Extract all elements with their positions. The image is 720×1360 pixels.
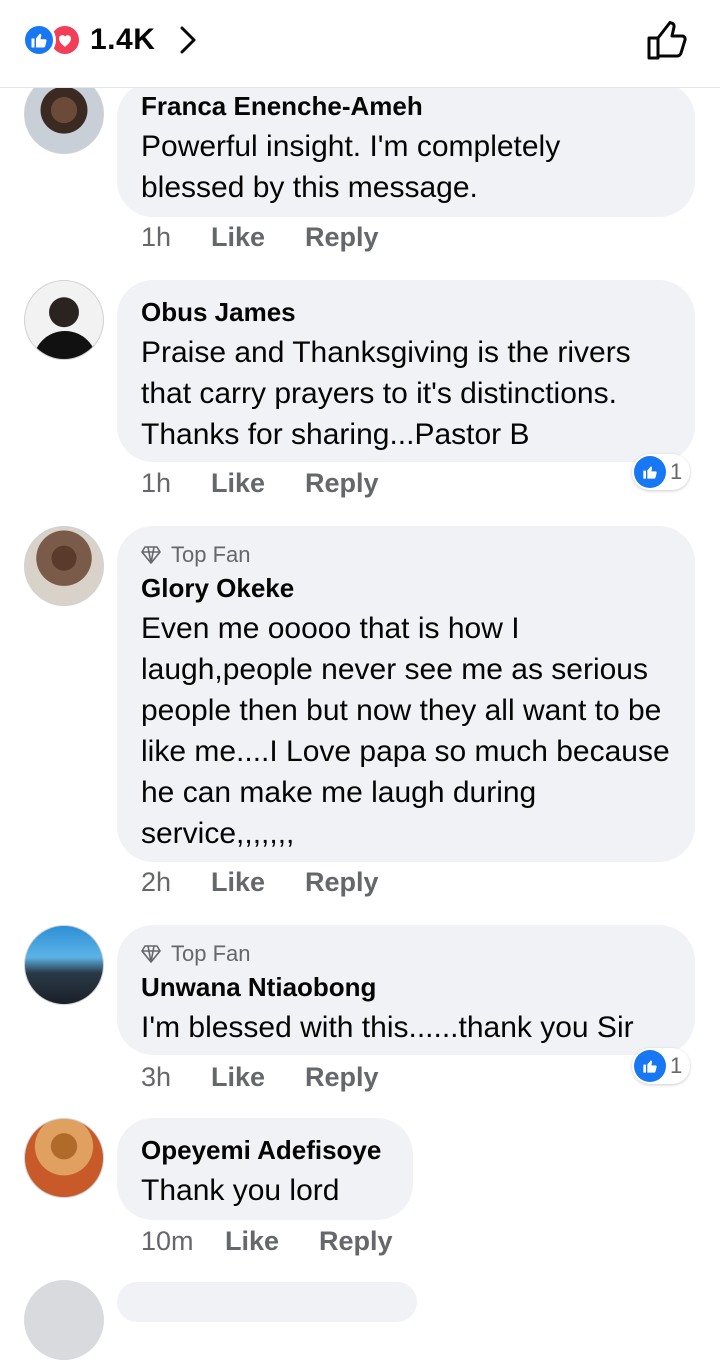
like-button[interactable]: Like bbox=[211, 867, 265, 898]
comment-meta: 3h Like Reply bbox=[141, 1062, 379, 1093]
comment-author[interactable]: Unwana Ntiaobong bbox=[141, 971, 671, 1003]
comment-author[interactable]: Obus James bbox=[141, 296, 671, 328]
reply-button[interactable]: Reply bbox=[305, 222, 379, 253]
comment-meta: 2h Like Reply bbox=[141, 867, 379, 898]
comment-text: I'm blessed with this......thank you Sir bbox=[141, 1011, 634, 1044]
reply-button[interactable]: Reply bbox=[305, 1062, 379, 1093]
like-button[interactable]: Like bbox=[211, 222, 265, 253]
avatar[interactable] bbox=[24, 1280, 104, 1360]
avatar[interactable] bbox=[24, 280, 104, 360]
avatar[interactable] bbox=[24, 1118, 104, 1198]
reaction-count: 1 bbox=[670, 1053, 683, 1078]
reactions-header: 1.4K bbox=[0, 0, 720, 88]
comment-text: Even me ooooo that is how I laugh,people… bbox=[141, 612, 670, 850]
top-fan-label: Top Fan bbox=[171, 941, 251, 966]
reply-button[interactable]: Reply bbox=[305, 468, 379, 499]
like-icon bbox=[634, 1050, 666, 1082]
avatar[interactable] bbox=[24, 526, 104, 606]
like-icon bbox=[22, 23, 56, 57]
comment-author[interactable]: Franca Enenche-Ameh bbox=[141, 90, 671, 122]
top-fan-label: Top Fan bbox=[171, 542, 251, 567]
reply-button[interactable]: Reply bbox=[305, 867, 379, 898]
reaction-count: 1 bbox=[670, 459, 683, 484]
comment-bubble: Top Fan Glory Okeke Even me ooooo that i… bbox=[117, 526, 695, 862]
comment-text: Powerful insight. I'm completely blessed… bbox=[141, 130, 561, 204]
reaction-summary[interactable]: 1.4K bbox=[22, 20, 203, 60]
thumbs-up-outline-icon[interactable] bbox=[646, 18, 690, 62]
comment-meta: 1h Like Reply bbox=[141, 468, 379, 499]
diamond-icon bbox=[141, 546, 161, 564]
comment-bubble: Top Fan Unwana Ntiaobong I'm blessed wit… bbox=[117, 925, 695, 1055]
comment-time[interactable]: 3h bbox=[141, 1062, 183, 1093]
like-button[interactable]: Like bbox=[211, 1062, 265, 1093]
comment-author[interactable]: Opeyemi Adefisoye bbox=[141, 1134, 389, 1166]
like-button[interactable]: Like bbox=[225, 1226, 279, 1257]
diamond-icon bbox=[141, 945, 161, 963]
like-icon bbox=[634, 456, 666, 488]
comment-meta: 10m Like Reply bbox=[141, 1226, 393, 1257]
comment-text: Praise and Thanksgiving is the rivers th… bbox=[141, 336, 631, 451]
comment-time[interactable]: 2h bbox=[141, 867, 183, 898]
reaction-count: 1.4K bbox=[90, 23, 156, 56]
comment-bubble: Obus James Praise and Thanksgiving is th… bbox=[117, 280, 695, 462]
like-button[interactable]: Like bbox=[211, 468, 265, 499]
comment-reaction-badge[interactable]: 1 bbox=[632, 454, 691, 490]
comment-bubble: Franca Enenche-Ameh Powerful insight. I'… bbox=[117, 82, 695, 217]
comment-bubble bbox=[117, 1282, 417, 1322]
top-fan-badge: Top Fan bbox=[141, 542, 671, 568]
avatar[interactable] bbox=[24, 925, 104, 1005]
comment-time[interactable]: 1h bbox=[141, 222, 183, 253]
comment-bubble: Opeyemi Adefisoye Thank you lord bbox=[117, 1118, 413, 1220]
comment-text: Thank you lord bbox=[141, 1174, 340, 1207]
comment-meta: 1h Like Reply bbox=[141, 222, 379, 253]
chevron-right-icon[interactable] bbox=[173, 20, 203, 60]
top-fan-badge: Top Fan bbox=[141, 941, 671, 967]
reply-button[interactable]: Reply bbox=[319, 1226, 393, 1257]
comment-reaction-badge[interactable]: 1 bbox=[632, 1048, 691, 1084]
comment-time[interactable]: 1h bbox=[141, 468, 183, 499]
comment-time[interactable]: 10m bbox=[141, 1226, 197, 1257]
comment-author[interactable]: Glory Okeke bbox=[141, 572, 671, 604]
